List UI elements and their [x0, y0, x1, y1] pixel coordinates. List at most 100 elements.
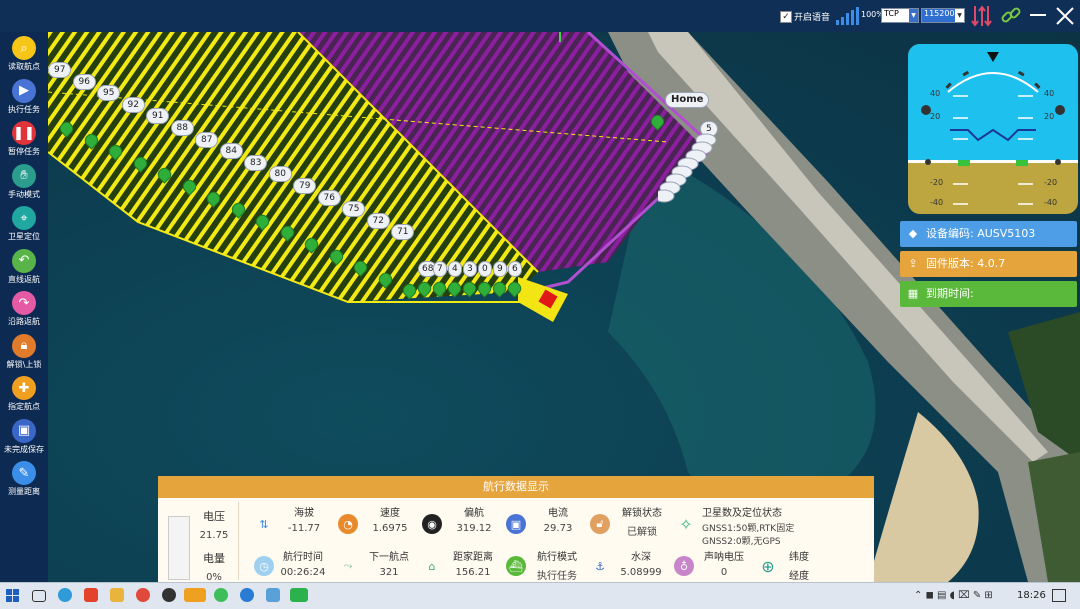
- voice-checkbox[interactable]: ✓: [780, 11, 792, 23]
- waypoint-label[interactable]: 80: [268, 166, 292, 183]
- chrome-icon[interactable]: [136, 588, 150, 602]
- chevron-down-icon: ▼: [955, 9, 964, 22]
- satellite-icon: ✧: [679, 514, 693, 534]
- sidebar-item-label: 测量距离: [8, 487, 40, 496]
- speed-icon: ◔: [338, 514, 358, 534]
- save-icon: ▣: [12, 418, 36, 443]
- magnifier-icon: ⌕: [12, 36, 36, 60]
- app-active-icon[interactable]: [184, 588, 206, 602]
- baud-select[interactable]: 115200 ▼: [921, 8, 965, 23]
- usv-app-icon[interactable]: [290, 588, 308, 602]
- pitch-label: -20: [930, 178, 944, 187]
- sidebar-item[interactable]: ▣ 未完成保存: [0, 417, 48, 459]
- waypoint-label[interactable]: 0: [478, 261, 492, 277]
- sidebar-item-label: 暂停任务: [8, 147, 40, 156]
- return-straight-icon: ↶: [12, 248, 36, 273]
- location-icon: ⌖: [12, 206, 36, 230]
- waypoint-label[interactable]: 88: [170, 120, 194, 136]
- waypoint-label[interactable]: 84: [219, 143, 243, 160]
- edge-icon[interactable]: [58, 588, 72, 602]
- waypoint-label[interactable]: 95: [97, 85, 121, 102]
- office-icon[interactable]: [84, 588, 98, 602]
- sidebar-item[interactable]: ⌖ 卫星定位: [0, 204, 48, 246]
- heading-value: 319.12: [456, 523, 492, 534]
- battery-label: 电量: [203, 552, 225, 565]
- pitch-label: -40: [1044, 198, 1058, 207]
- waypoint-label[interactable]: 83: [244, 154, 268, 171]
- return-path-icon: ↷: [12, 291, 36, 315]
- lock-status-label: 解锁状态: [622, 508, 662, 519]
- sidebar-item[interactable]: ❚❚ 暂停任务: [0, 119, 48, 161]
- satellite-label: 卫星数及定位状态: [702, 508, 782, 519]
- notification-icon[interactable]: [1052, 589, 1066, 602]
- waypoint-label[interactable]: 9: [493, 261, 507, 277]
- tray-icons[interactable]: ⌃ ◼ ▤ ◖ ⌧ ✎ ⊞: [914, 590, 993, 601]
- sidebar-item[interactable]: ✚ 指定航点: [0, 374, 48, 416]
- sidebar-item[interactable]: ⌕ 读取航点: [0, 34, 48, 76]
- waypoint-label[interactable]: 97: [48, 62, 72, 78]
- sidebar-item-label: 未完成保存: [4, 444, 44, 454]
- sidebar-item[interactable]: ↶ 直线返航: [0, 247, 48, 289]
- waypoint-label[interactable]: 6: [508, 261, 522, 277]
- waypoint-label[interactable]: 87: [195, 131, 219, 148]
- altitude-value: -11.77: [287, 523, 321, 534]
- waypoint-label[interactable]: 91: [146, 108, 170, 125]
- minimize-icon[interactable]: [1030, 14, 1046, 16]
- pitch-label: -40: [930, 198, 944, 207]
- connect-arrows-icon[interactable]: [970, 4, 992, 28]
- clock-time: 18:26: [1017, 590, 1046, 601]
- hand-icon: ✋︎: [12, 163, 36, 188]
- waypoint-label[interactable]: 76: [317, 189, 341, 206]
- waypoint-label[interactable]: 72: [366, 212, 390, 229]
- waypoint-label[interactable]: 75: [342, 201, 366, 218]
- sidebar-item-label: 卫星定位: [8, 232, 40, 241]
- folder-icon[interactable]: [110, 588, 124, 602]
- waypoint-label[interactable]: 71: [391, 224, 415, 241]
- qq-icon[interactable]: [162, 588, 176, 602]
- home-marker[interactable]: Home: [665, 92, 710, 108]
- waypoint-label[interactable]: 4: [448, 261, 462, 277]
- waypoint-label[interactable]: 7: [433, 261, 447, 277]
- sidebar-item[interactable]: ↷ 沿路返航: [0, 289, 48, 331]
- sidebar-item[interactable]: 🔒︎ 解锁\上锁: [0, 332, 48, 374]
- altitude-icon: ⇅: [259, 517, 269, 531]
- panel-title: 航行数据显示: [158, 476, 874, 498]
- protocol-select[interactable]: TCP ▼: [881, 8, 919, 23]
- mode-label: 航行模式: [537, 552, 577, 563]
- close-icon[interactable]: [1055, 6, 1075, 26]
- task-view-icon[interactable]: [32, 590, 46, 602]
- waypoint-label[interactable]: 96: [72, 73, 96, 90]
- time-label: 航行时间: [283, 552, 323, 563]
- waypoint-label[interactable]: 79: [293, 178, 317, 194]
- app-icon[interactable]: [266, 588, 280, 602]
- attitude-indicator: 40 20 -20 -40 40 20 -20 -40: [908, 44, 1078, 214]
- sidebar-item[interactable]: ✎ 测量距离: [0, 459, 48, 501]
- windows-start-icon[interactable]: [6, 588, 20, 602]
- depth-label: 水深: [631, 552, 651, 563]
- navigation-data-panel: 航行数据显示 电压 21.75 电量 0% ⇅ 海拔 -11.77 ◔ 速度 1.697…: [158, 476, 874, 583]
- link-icon[interactable]: [1000, 4, 1022, 28]
- chevron-down-icon: ▼: [909, 9, 918, 22]
- wechat-icon[interactable]: [214, 588, 228, 602]
- browser-icon[interactable]: [240, 588, 254, 602]
- sonar-value: 0: [720, 567, 728, 578]
- pitch-label: -20: [1044, 178, 1058, 187]
- sidebar-item-label: 沿路返航: [8, 317, 40, 326]
- windows-taskbar: ⌃ ◼ ▤ ◖ ⌧ ✎ ⊞ 18:26: [0, 582, 1080, 609]
- next-waypoint-icon: ⤳: [343, 559, 353, 572]
- unlock-icon: 🔓︎: [590, 514, 610, 534]
- sidebar-item[interactable]: ▶ 执行任务: [0, 77, 48, 119]
- lock-status-value: 已解锁: [627, 527, 657, 538]
- ruler-icon: ✎: [12, 461, 36, 485]
- waypoint-label[interactable]: 92: [121, 96, 145, 113]
- expiry-box: ▦ 到期时间:: [900, 281, 1077, 307]
- play-icon: ▶: [12, 78, 36, 103]
- speed-value: 1.6975: [372, 523, 408, 534]
- waypoint-label[interactable]: 3: [463, 261, 477, 277]
- clock-icon: ◷: [254, 556, 274, 576]
- globe-icon: ⊕: [761, 556, 775, 576]
- device-code: 设备编码: AUSV5103: [926, 227, 1036, 240]
- top-bar: ✓ 开启语音 100% TCP ▼ 115200 ▼: [0, 0, 1080, 32]
- sidebar-item[interactable]: ✋︎ 手动模式: [0, 162, 48, 204]
- lock-icon: 🔒︎: [12, 333, 36, 358]
